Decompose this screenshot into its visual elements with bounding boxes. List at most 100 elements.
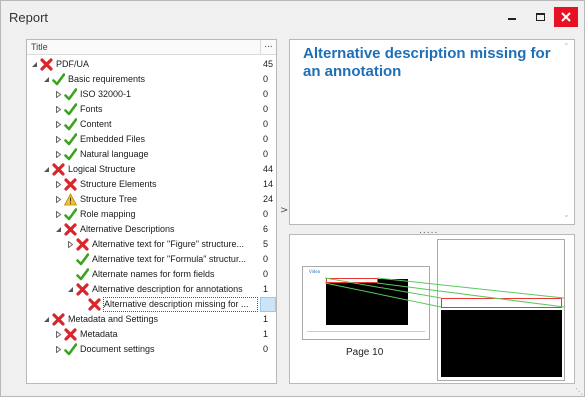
scroll-down-icon[interactable]: ⌄ [563, 210, 570, 219]
tree-row[interactable]: PDF/UA 45 [27, 57, 276, 72]
tree-row-label: Alternate names for form fields [92, 269, 215, 279]
expand-arrow-icon[interactable] [67, 241, 74, 248]
tree-row-count: 0 [263, 74, 269, 84]
title-column-header[interactable]: Title [31, 42, 48, 52]
tree-row-label: Alternative description for annotations [92, 284, 243, 294]
tree-row-label: Natural language [80, 149, 149, 159]
tree-row[interactable]: Metadata and Settings 1 [27, 312, 276, 327]
tree-row[interactable]: Metadata 1 [27, 327, 276, 342]
tree-row-count: 24 [263, 194, 274, 204]
tree-row-label: Alternative text for "Figure" structure.… [92, 239, 244, 249]
tree-row-label: Logical Structure [68, 164, 136, 174]
red-x-icon [76, 238, 89, 251]
report-window: Report Title ... PDF/UA 45 Basic requireme… [0, 0, 585, 397]
tree-row-label: Basic requirements [68, 74, 146, 84]
red-x-icon [76, 283, 89, 296]
tree-row-count: 6 [263, 224, 269, 234]
tree-row[interactable]: Content 0 [27, 117, 276, 132]
expand-arrow-icon[interactable] [55, 151, 62, 158]
tree-row[interactable]: Fonts 0 [27, 102, 276, 117]
thumbnail-video-area [326, 279, 408, 325]
zoomed-video-area [441, 310, 562, 377]
collapse-arrow-icon[interactable] [67, 286, 74, 293]
maximize-icon [535, 13, 545, 21]
tree-row[interactable]: Structure Elements 14 [27, 177, 276, 192]
expand-arrow-icon[interactable] [55, 181, 62, 188]
expand-arrow-icon[interactable] [55, 106, 62, 113]
tree-row-count: 1 [263, 284, 269, 294]
tree-row-count: 0 [263, 134, 269, 144]
tree-row[interactable]: Alternative description for annotations 1 [27, 282, 276, 297]
green-check-icon [64, 343, 77, 356]
collapse-arrow-icon[interactable] [55, 226, 62, 233]
splitter-arrow-icon[interactable]: > [280, 205, 288, 216]
red-x-icon [64, 178, 77, 191]
tree-row-label: Metadata [80, 329, 118, 339]
selected-count-cell [260, 297, 276, 312]
red-x-icon [64, 223, 77, 236]
tree-row[interactable]: Role mapping 0 [27, 207, 276, 222]
tree-row-label: Document settings [80, 344, 155, 354]
tree-row-count: 0 [263, 89, 269, 99]
expand-arrow-icon[interactable] [55, 136, 62, 143]
tree-row-label: ISO 32000-1 [80, 89, 132, 99]
tree-row[interactable]: Alternative description missing for ... [27, 297, 276, 312]
collapse-arrow-icon[interactable] [31, 61, 38, 68]
tree-header: Title ... [27, 40, 276, 55]
tree-row-count: 45 [263, 59, 274, 69]
red-x-icon [88, 298, 101, 311]
tree-row-count: 14 [263, 179, 274, 189]
zoomed-annotation-highlight [441, 298, 562, 308]
thumbnail-header-text: Video [309, 269, 321, 274]
green-check-icon [64, 148, 77, 161]
expand-arrow-icon[interactable] [55, 346, 62, 353]
tree-row-label: Fonts [80, 104, 103, 114]
scroll-up-icon[interactable]: ⌃ [563, 42, 570, 51]
tree-row-count: 44 [263, 164, 274, 174]
tree-row[interactable]: Alternative text for "Formula" structur.… [27, 252, 276, 267]
resize-grip-icon[interactable]: ⋱ [575, 387, 583, 396]
tree-row[interactable]: Document settings 0 [27, 342, 276, 357]
tree-row[interactable]: Natural language 0 [27, 147, 276, 162]
close-button[interactable] [554, 7, 578, 27]
tree-row-label: Role mapping [80, 209, 136, 219]
description-panel: Alternative description missing for an a… [289, 39, 575, 225]
collapse-arrow-icon[interactable] [43, 76, 50, 83]
tree-row-count: 0 [263, 104, 269, 114]
tree-row-label: Metadata and Settings [68, 314, 159, 324]
green-check-icon [64, 208, 77, 221]
green-check-icon [64, 103, 77, 116]
tree-row[interactable]: Alternative Descriptions 6 [27, 222, 276, 237]
count-column-header[interactable]: ... [260, 40, 276, 54]
report-tree[interactable]: Title ... PDF/UA 45 Basic requirements 0 ISO… [26, 39, 277, 384]
expand-arrow-icon[interactable] [55, 211, 62, 218]
tree-row[interactable]: Alternate names for form fields 0 [27, 267, 276, 282]
warning-icon [64, 193, 77, 206]
tree-row-count: 0 [263, 209, 269, 219]
expand-arrow-icon[interactable] [55, 121, 62, 128]
tree-row[interactable]: Structure Tree 24 [27, 192, 276, 207]
tree-row-label: Alternative text for "Formula" structur.… [92, 254, 246, 264]
green-check-icon [76, 268, 89, 281]
red-x-icon [52, 163, 65, 176]
description-scrollbar[interactable]: ⌃ ⌄ [560, 40, 574, 224]
page-thumbnail[interactable]: Video [302, 266, 430, 340]
expand-arrow-icon[interactable] [55, 196, 62, 203]
green-check-icon [52, 73, 65, 86]
expand-arrow-icon[interactable] [55, 91, 62, 98]
maximize-button[interactable] [528, 7, 552, 27]
minimize-button[interactable] [498, 7, 526, 27]
page-preview-panel: Video Page 10 [289, 234, 575, 384]
tree-row-count: 0 [263, 344, 269, 354]
collapse-arrow-icon[interactable] [43, 316, 50, 323]
tree-row[interactable]: Logical Structure 44 [27, 162, 276, 177]
tree-row[interactable]: ISO 32000-1 0 [27, 87, 276, 102]
expand-arrow-icon[interactable] [55, 331, 62, 338]
tree-row[interactable]: Embedded Files 0 [27, 132, 276, 147]
tree-row[interactable]: Basic requirements 0 [27, 72, 276, 87]
collapse-arrow-icon[interactable] [43, 166, 50, 173]
tree-row-count: 5 [263, 239, 269, 249]
zoomed-page-view[interactable] [437, 239, 565, 381]
tree-row[interactable]: Alternative text for "Figure" structure.… [27, 237, 276, 252]
green-check-icon [64, 133, 77, 146]
